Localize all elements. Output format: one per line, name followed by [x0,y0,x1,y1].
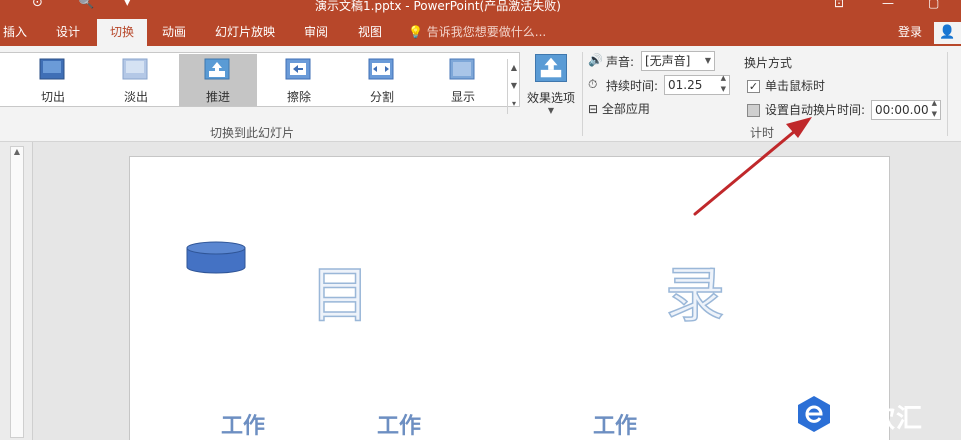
sound-label: 声音: [606,55,635,69]
clock-icon: ⏱ [588,77,598,91]
after-time-label: 设置自动换片时间: [765,103,866,117]
apply-all-label: 全部应用 [601,102,650,116]
advance-title: 换片方式 [744,56,793,70]
minimize-icon[interactable]: — [882,0,894,10]
toc-item[interactable]: 工作 [221,416,265,438]
cut-transition-icon [39,58,65,80]
sound-icon: 🔊 [588,53,603,67]
apply-all-button[interactable]: ⊟ 全部应用 [588,100,650,117]
transition-gallery: 切出 淡出 推进 擦除 分割 显示 ▲ ▼ ▾ [0,52,520,114]
chevron-down-icon: ▼ [704,56,711,65]
apply-all-icon: ⊟ [588,102,599,116]
transition-label: 切出 [40,90,65,104]
transition-push[interactable]: 推进 [179,54,257,106]
tell-me-text: 告诉我您想要做什么... [426,25,547,39]
after-time-value: 00:00.00 [875,103,929,117]
group-label-transitions: 切换到此幻灯片 [210,126,295,140]
toc-item[interactable]: 工作 [377,416,421,438]
spinner-arrows-icon[interactable]: ▲ ▼ [721,73,726,95]
sound-value: [无声音] [645,54,691,68]
lightbulb-icon: 💡 [408,25,423,39]
effect-options-label: 效果选项 [526,91,575,105]
transition-label: 推进 [205,90,230,104]
gallery-down-icon[interactable]: ▼ [508,77,520,95]
transition-label: 显示 [450,90,475,104]
wipe-transition-icon [285,58,311,80]
title-char-right[interactable]: 录 [664,247,726,334]
transition-cut[interactable]: 切出 [14,54,92,106]
title-char-left[interactable]: 目 [309,247,371,334]
duration-label: 持续时间: [606,79,659,93]
effect-options-icon [535,54,567,82]
on-click-label: 单击鼠标时 [765,79,826,93]
login-link[interactable]: 登录 [898,19,922,46]
watermark-text: 易软汇 [842,404,924,434]
thumbnail-scrollbar[interactable]: ▲ [10,146,24,438]
effect-options-button[interactable]: 效果选项 ▼ [524,52,578,124]
tab-transitions[interactable]: 切换 [97,19,147,46]
thumbnail-panel: ▲ [0,142,33,440]
slide-canvas[interactable]: 目 录 工作 工作 工作 [129,156,890,440]
title-bar: ⊙ 🔍 ▾ 演示文稿1.pptx - PowerPoint(产品激活失败) ⊡ … [0,0,961,19]
reveal-transition-icon [449,58,475,80]
tab-insert[interactable]: 插入 [0,19,30,46]
tell-me-box[interactable]: 💡 告诉我您想要做什么... [408,19,546,46]
cylinder-shape[interactable] [186,241,246,275]
window-title: 演示文稿1.pptx - PowerPoint(产品激活失败) [315,0,561,13]
fade-transition-icon [122,58,148,80]
transition-label: 淡出 [123,90,148,104]
transition-split[interactable]: 分割 [343,54,421,106]
gallery-up-icon[interactable]: ▲ [508,59,520,77]
powerpoint-window: ⊙ 🔍 ▾ 演示文稿1.pptx - PowerPoint(产品激活失败) ⊡ … [0,0,961,440]
print-preview-icon[interactable]: 🔍 [78,0,94,10]
chevron-down-icon: ▼ [547,106,555,115]
scroll-up-icon[interactable]: ▲ [11,147,23,156]
spinner-arrows-icon[interactable]: ▲ ▼ [932,98,937,120]
gallery-more-icon[interactable]: ▾ [508,95,520,113]
push-transition-icon [204,58,230,80]
brand-logo-icon [798,396,830,432]
restore-icon[interactable]: ▢ [928,0,939,10]
group-divider [947,52,948,136]
transition-label: 擦除 [286,90,311,104]
timing-group: 🔊 声音: [无声音] ▼ ⏱ 持续时间: 01.25 ▲ ▼ ⊟ 全部应用 换片… [588,50,948,140]
toc-item[interactable]: 工作 [593,416,637,438]
group-label-timing: 计时 [750,126,775,140]
tab-animations[interactable]: 动画 [154,19,194,46]
on-click-checkbox[interactable]: ✓ [747,80,760,93]
split-transition-icon [368,58,394,80]
ribbon-display-icon[interactable]: ⊡ [834,0,844,10]
group-divider [582,52,583,136]
after-time-spinner[interactable]: 00:00.00 ▲ ▼ [871,98,941,120]
transition-reveal[interactable]: 显示 [424,54,502,106]
ribbon-tabs: 插入 设计 切换 动画 幻灯片放映 审阅 视图 💡 告诉我您想要做什么... 登… [0,19,961,46]
gallery-scroll[interactable]: ▲ ▼ ▾ [507,59,520,114]
transition-label: 分割 [369,90,394,104]
after-time-checkbox[interactable] [747,104,760,117]
duration-spinner[interactable]: 01.25 ▲ ▼ [664,73,730,95]
watermark: 易软汇 [790,390,961,440]
tab-view[interactable]: 视图 [350,19,390,46]
tab-design[interactable]: 设计 [48,19,88,46]
share-person-icon[interactable]: 👤 [934,22,961,44]
customize-qat-icon[interactable]: ▾ [124,0,131,10]
transition-fade[interactable]: 淡出 [97,54,175,106]
tab-review[interactable]: 审阅 [296,19,336,46]
ribbon: 切出 淡出 推进 擦除 分割 显示 ▲ ▼ ▾ 效果选项 ▼ 切换到此幻灯片 🔊… [0,46,961,142]
duration-value: 01.25 [668,78,703,92]
sound-select[interactable]: [无声音] ▼ [641,51,715,71]
tab-slideshow[interactable]: 幻灯片放映 [208,19,282,46]
touch-mode-icon[interactable]: ⊙ [32,0,43,10]
transition-wipe[interactable]: 擦除 [260,54,338,106]
